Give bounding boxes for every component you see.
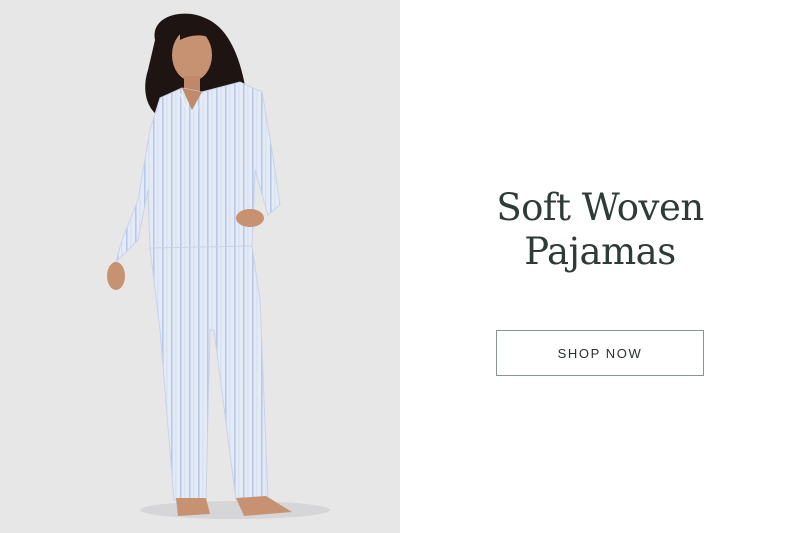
pajama-pants xyxy=(149,245,269,501)
right-hand xyxy=(236,209,264,227)
copy-panel: Soft Woven Pajamas SHOP NOW xyxy=(400,0,800,533)
headline-line-1: Soft Woven xyxy=(496,186,704,229)
face xyxy=(172,29,212,81)
promo-banner: Soft Woven Pajamas SHOP NOW xyxy=(0,0,800,533)
model-photo[interactable] xyxy=(0,0,400,533)
headline-line-2: Pajamas xyxy=(524,230,676,273)
model-illustration xyxy=(107,13,330,519)
shop-now-label: SHOP NOW xyxy=(557,345,643,361)
shop-now-button[interactable]: SHOP NOW xyxy=(496,330,704,376)
headline: Soft Woven Pajamas xyxy=(400,186,800,274)
left-foot xyxy=(176,498,210,516)
left-hand xyxy=(107,262,125,290)
floor-shadow xyxy=(140,501,330,519)
